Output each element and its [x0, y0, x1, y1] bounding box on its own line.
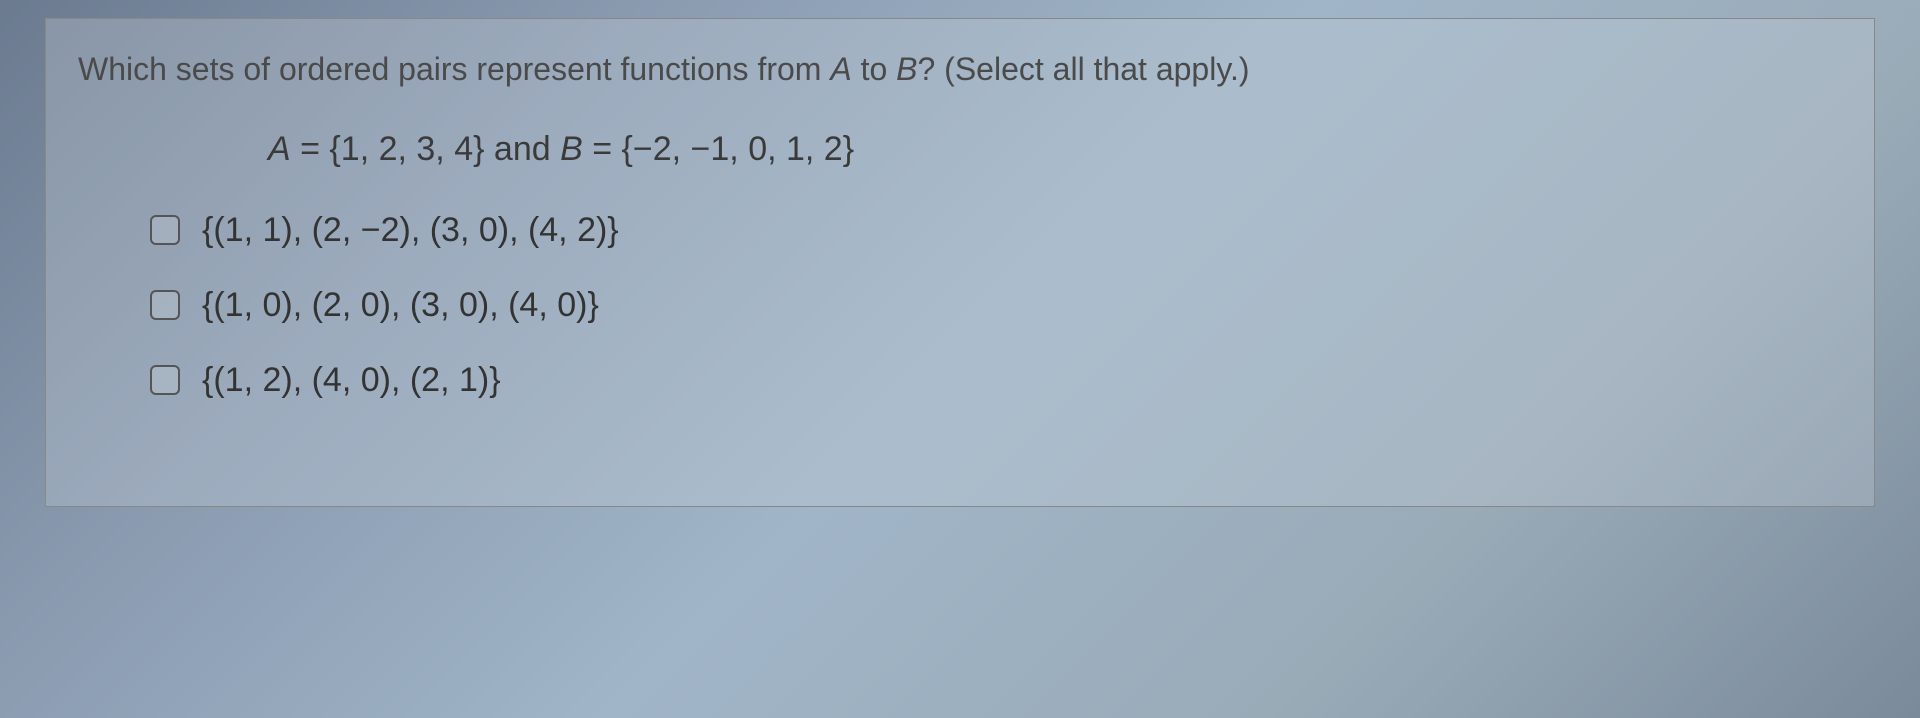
sets-definition: A = {1, 2, 3, 4} and B = {−2, −1, 0, 1, … — [268, 130, 1842, 169]
question-prompt: Which sets of ordered pairs represent fu… — [78, 47, 1842, 92]
prompt-text-pre: Which sets of ordered pairs represent fu… — [78, 51, 830, 87]
set-b-eq: = {−2, −1, 0, 1, 2} — [583, 130, 854, 168]
option-text: {(1, 1), (2, −2), (3, 0), (4, 2)} — [202, 211, 619, 250]
checkbox-option-1[interactable] — [150, 215, 180, 245]
set-a-label: A — [268, 130, 291, 168]
prompt-text-post: ? (Select all that apply.) — [917, 51, 1249, 87]
set-a-eq: = {1, 2, 3, 4} and — [291, 130, 560, 168]
var-a: A — [830, 51, 851, 87]
checkbox-option-2[interactable] — [150, 290, 180, 320]
option-text: {(1, 0), (2, 0), (3, 0), (4, 0)} — [202, 286, 599, 325]
prompt-text-mid: to — [852, 51, 896, 87]
option-row: {(1, 0), (2, 0), (3, 0), (4, 0)} — [150, 286, 1842, 325]
set-b-label: B — [560, 130, 583, 168]
option-row: {(1, 1), (2, −2), (3, 0), (4, 2)} — [150, 211, 1842, 250]
option-row: {(1, 2), (4, 0), (2, 1)} — [150, 361, 1842, 400]
option-text: {(1, 2), (4, 0), (2, 1)} — [202, 361, 501, 400]
checkbox-option-3[interactable] — [150, 365, 180, 395]
question-panel: Which sets of ordered pairs represent fu… — [45, 18, 1875, 507]
var-b: B — [896, 51, 917, 87]
options-list: {(1, 1), (2, −2), (3, 0), (4, 2)} {(1, 0… — [150, 211, 1842, 400]
